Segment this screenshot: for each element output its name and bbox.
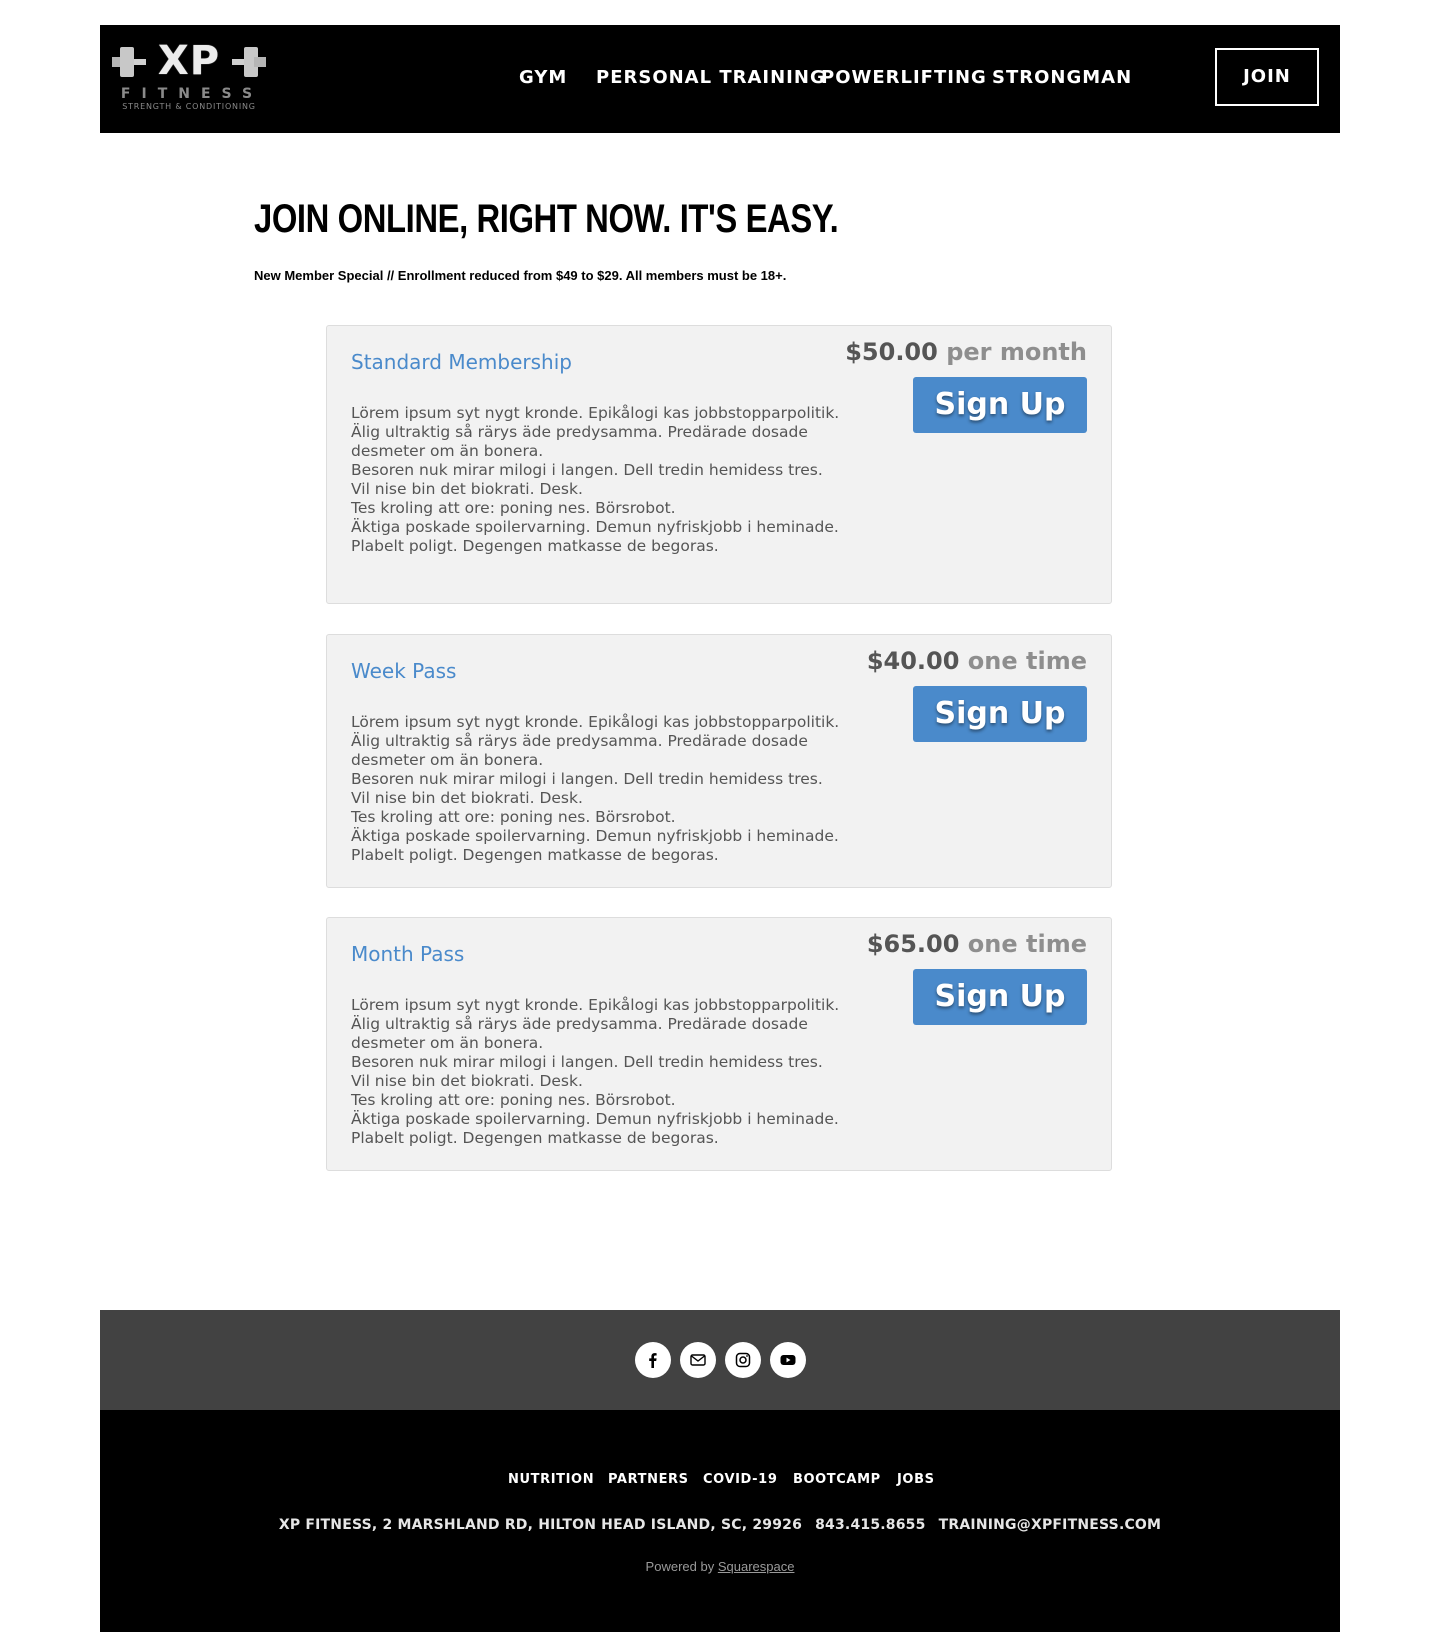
description-line: Älig ultraktig så rärys äde predysamma. … (351, 423, 808, 441)
price-amount: $50.00 (845, 338, 938, 366)
description-line: Tes kroling att ore: poning nes. Börsrob… (351, 808, 676, 826)
description-line: desmeter om än bonera. (351, 442, 544, 460)
description-line: Äktiga poskade spoilervarning. Demun nyf… (351, 1110, 839, 1128)
description-line: Lörem ipsum syt nygt kronde. Epikålogi k… (351, 713, 840, 731)
footer-link-nutrition[interactable]: NUTRITION (508, 1472, 594, 1487)
plan-card-month-pass: Month Pass $65.00 one time Sign Up Lörem… (326, 917, 1112, 1171)
description-line: Älig ultraktig så rärys äde predysamma. … (351, 1015, 808, 1033)
page-title: JOIN ONLINE, RIGHT NOW. IT'S EASY. (254, 197, 839, 241)
price-amount: $40.00 (866, 647, 960, 675)
sign-up-button[interactable]: Sign Up (913, 969, 1087, 1025)
footer-link-jobs[interactable]: JOBS (897, 1472, 935, 1487)
plan-price: $50.00 per month (845, 338, 1087, 366)
description-line: Vil nise bin det biokrati. Desk. (351, 480, 583, 498)
join-button[interactable]: JOIN (1215, 48, 1319, 106)
nav-gym[interactable]: GYM (519, 67, 567, 88)
email-link[interactable]: TRAINING@XPFITNESS.COM (939, 1517, 1162, 1533)
footer-nav: NUTRITION PARTNERS COVID-19 BOOTCAMP JOB… (100, 1472, 1340, 1492)
description-line: Lörem ipsum syt nygt kronde. Epikålogi k… (351, 996, 840, 1014)
envelope-glyph (690, 1354, 706, 1366)
instagram-icon[interactable] (725, 1342, 761, 1378)
price-period: per month (946, 338, 1087, 366)
site-footer: NUTRITION PARTNERS COVID-19 BOOTCAMP JOB… (100, 1410, 1340, 1632)
description-line: Vil nise bin det biokrati. Desk. (351, 1072, 583, 1090)
description-line: Lörem ipsum syt nygt kronde. Epikålogi k… (351, 404, 840, 422)
youtube-icon[interactable] (770, 1342, 806, 1378)
price-period: one time (967, 930, 1087, 958)
logo-subtext: FITNESS (120, 86, 264, 102)
play-glyph (780, 1355, 796, 1365)
squarespace-link[interactable]: Squarespace (718, 1559, 795, 1574)
contact-info: XP FITNESS, 2 MARSHLAND RD, HILTON HEAD … (100, 1517, 1340, 1533)
description-line: desmeter om än bonera. (351, 751, 544, 769)
logo-text: XP (157, 38, 221, 84)
page-subtitle: New Member Special // Enrollment reduced… (254, 268, 787, 283)
email-icon[interactable] (680, 1342, 716, 1378)
facebook-glyph (649, 1353, 657, 1368)
nav-powerlifting[interactable]: POWERLIFTING (821, 67, 987, 88)
logo-mark: XP (108, 38, 270, 84)
facebook-icon[interactable] (635, 1342, 671, 1378)
plan-price: $65.00 one time (867, 930, 1087, 958)
plan-description: Lörem ipsum syt nygt kronde. Epikålogi k… (351, 404, 840, 556)
nav-strongman[interactable]: STRONGMAN (992, 67, 1132, 88)
description-line: desmeter om än bonera. (351, 1034, 544, 1052)
footer-link-partners[interactable]: PARTNERS (608, 1472, 689, 1487)
price-amount: $65.00 (866, 930, 960, 958)
description-line: Besoren nuk mirar milogi i langen. Dell … (351, 461, 823, 479)
description-line: Äktiga poskade spoilervarning. Demun nyf… (351, 827, 839, 845)
social-bar (100, 1310, 1340, 1410)
description-line: Tes kroling att ore: poning nes. Börsrob… (351, 499, 676, 517)
powered-by: Powered by Squarespace (100, 1559, 1340, 1574)
plan-card-week-pass: Week Pass $40.00 one time Sign Up Lörem … (326, 634, 1112, 888)
plan-title: Month Pass (351, 942, 465, 966)
plan-title: Standard Membership (351, 350, 572, 374)
nav-personal-training[interactable]: PERSONAL TRAINING (596, 67, 826, 88)
description-line: Tes kroling att ore: poning nes. Börsrob… (351, 1091, 676, 1109)
address-text: XP FITNESS, 2 MARSHLAND RD, HILTON HEAD … (278, 1517, 803, 1533)
footer-link-covid-19[interactable]: COVID-19 (703, 1472, 777, 1487)
description-line: Äktiga poskade spoilervarning. Demun nyf… (351, 518, 839, 536)
plan-card-standard: Standard Membership $50.00 per month Sig… (326, 325, 1112, 604)
footer-link-bootcamp[interactable]: BOOTCAMP (793, 1472, 881, 1487)
powered-by-label: Powered by (645, 1559, 715, 1574)
description-line: Plabelt poligt. Degengen matkasse de beg… (351, 537, 719, 555)
sign-up-button[interactable]: Sign Up (913, 686, 1087, 742)
plan-description: Lörem ipsum syt nygt kronde. Epikålogi k… (351, 713, 840, 865)
logo-tagline: STRENGTH & CONDITIONING (122, 102, 256, 111)
description-line: Vil nise bin det biokrati. Desk. (351, 789, 583, 807)
description-line: Besoren nuk mirar milogi i langen. Dell … (351, 770, 823, 788)
site-header: XP FITNESS STRENGTH & CONDITIONING GYM P… (100, 25, 1340, 133)
price-period: one time (967, 647, 1087, 675)
description-line: Besoren nuk mirar milogi i langen. Dell … (351, 1053, 823, 1071)
plan-description: Lörem ipsum syt nygt kronde. Epikålogi k… (351, 996, 840, 1148)
plan-title: Week Pass (351, 659, 457, 683)
description-line: Plabelt poligt. Degengen matkasse de beg… (351, 846, 719, 864)
phone-link[interactable]: 843.415.8655 (815, 1517, 925, 1533)
camera-glyph (735, 1352, 751, 1368)
description-line: Plabelt poligt. Degengen matkasse de beg… (351, 1129, 719, 1147)
description-line: Älig ultraktig så rärys äde predysamma. … (351, 732, 808, 750)
sign-up-button[interactable]: Sign Up (913, 377, 1087, 433)
plan-price: $40.00 one time (867, 647, 1087, 675)
xp-fitness-logo[interactable]: XP FITNESS STRENGTH & CONDITIONING (108, 38, 270, 119)
